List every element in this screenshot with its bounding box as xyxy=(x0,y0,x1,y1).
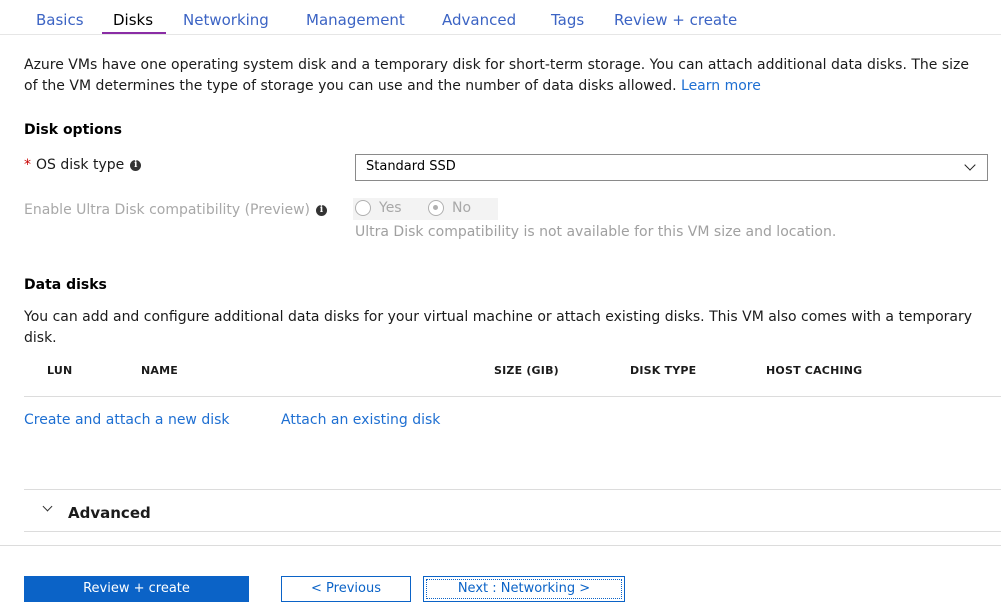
os-disk-type-text: OS disk type xyxy=(36,157,125,173)
advanced-section-toggle[interactable]: Advanced xyxy=(24,491,1001,531)
next-networking-button[interactable]: Next : Networking > xyxy=(423,576,625,602)
tab-networking[interactable]: Networking xyxy=(183,11,269,29)
divider xyxy=(24,531,1001,532)
tab-management[interactable]: Management xyxy=(306,11,405,29)
footer-divider xyxy=(0,545,1001,546)
divider xyxy=(0,34,1001,35)
radio-no-circle xyxy=(428,200,444,216)
data-disks-description: You can add and configure additional dat… xyxy=(24,309,973,346)
intro-description: Azure VMs have one operating system disk… xyxy=(24,57,969,94)
radio-yes-circle xyxy=(355,200,371,216)
tab-review-create[interactable]: Review + create xyxy=(614,11,737,29)
column-header-host-caching: HOST CACHING xyxy=(766,364,863,377)
column-header-name: NAME xyxy=(141,364,178,377)
radio-no[interactable]: No xyxy=(428,200,471,216)
required-marker: * xyxy=(24,157,31,173)
tab-disks[interactable]: Disks xyxy=(113,11,153,29)
os-disk-type-select[interactable]: Standard SSD xyxy=(355,154,988,181)
column-header-lun: LUN xyxy=(47,364,73,377)
wizard-tabs: Basics Disks Networking Management Advan… xyxy=(0,0,1001,34)
radio-yes[interactable]: Yes xyxy=(355,200,402,216)
ultra-disk-label: Enable Ultra Disk compatibility (Preview… xyxy=(24,202,328,218)
ultra-disk-radio-group: Yes No xyxy=(353,198,498,220)
radio-yes-label: Yes xyxy=(379,200,402,216)
tab-tags[interactable]: Tags xyxy=(551,11,584,29)
tab-advanced[interactable]: Advanced xyxy=(442,11,516,29)
review-create-button[interactable]: Review + create xyxy=(24,576,249,602)
column-header-size: SIZE (GIB) xyxy=(494,364,559,377)
advanced-section-label: Advanced xyxy=(68,504,151,522)
column-header-disk-type: DISK TYPE xyxy=(630,364,697,377)
table-divider xyxy=(24,396,1001,397)
disk-options-title: Disk options xyxy=(24,122,122,138)
radio-no-label: No xyxy=(452,200,472,216)
previous-button[interactable]: < Previous xyxy=(281,576,411,602)
info-icon[interactable]: i xyxy=(316,204,328,216)
chevron-down-icon xyxy=(964,159,976,171)
attach-existing-disk-link[interactable]: Attach an existing disk xyxy=(281,412,440,428)
os-disk-type-value: Standard SSD xyxy=(366,159,456,174)
ultra-disk-note: Ultra Disk compatibility is not availabl… xyxy=(355,224,837,240)
divider xyxy=(24,489,1001,490)
tab-basics[interactable]: Basics xyxy=(36,11,84,29)
intro-text: Azure VMs have one operating system disk… xyxy=(24,55,984,97)
learn-more-link[interactable]: Learn more xyxy=(681,78,761,94)
ultra-disk-text: Enable Ultra Disk compatibility (Preview… xyxy=(24,202,311,218)
info-icon[interactable]: i xyxy=(130,159,142,171)
chevron-down-icon xyxy=(42,501,53,512)
create-attach-disk-link[interactable]: Create and attach a new disk xyxy=(24,412,230,428)
os-disk-type-label: * OS disk type i xyxy=(24,157,142,173)
data-disks-title: Data disks xyxy=(24,277,107,293)
